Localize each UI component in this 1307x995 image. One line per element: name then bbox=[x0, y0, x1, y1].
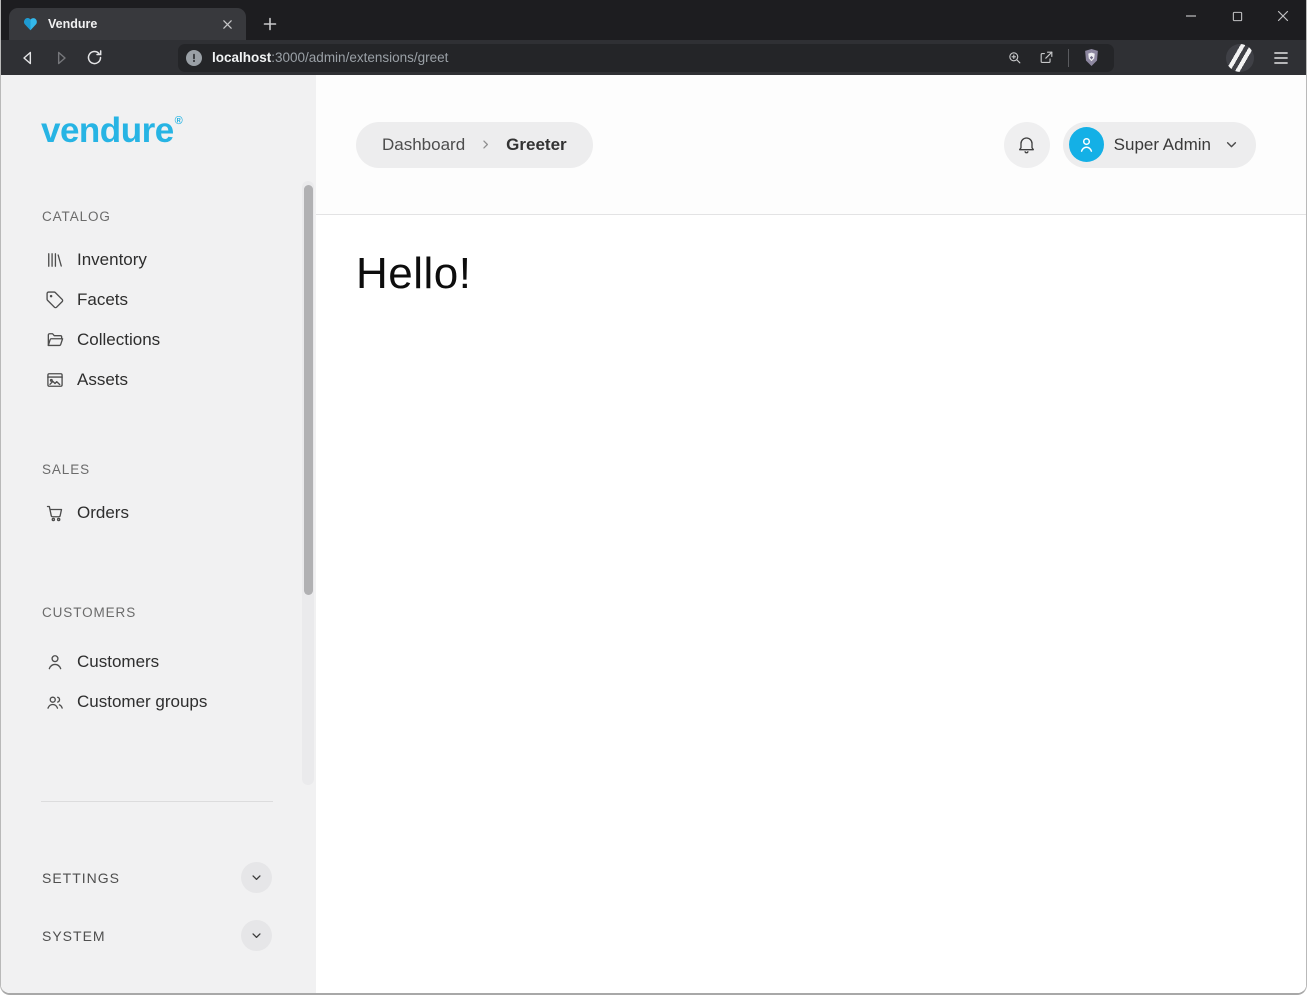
minimize-button[interactable] bbox=[1168, 0, 1214, 32]
tab-title: Vendure bbox=[48, 17, 218, 31]
browser-menu-icon[interactable] bbox=[1266, 44, 1296, 72]
folder-icon bbox=[45, 330, 65, 350]
sidebar-item-orders[interactable]: Orders bbox=[1, 493, 316, 533]
sidebar-scrollbar-track[interactable] bbox=[302, 181, 314, 785]
tag-icon bbox=[45, 290, 65, 310]
sidebar-divider bbox=[41, 801, 273, 802]
vendure-favicon bbox=[22, 16, 39, 33]
new-tab-button[interactable] bbox=[256, 10, 284, 38]
toolbar-right-cluster bbox=[1226, 44, 1296, 72]
page-content: Hello! bbox=[316, 215, 1306, 995]
brave-shield-icon[interactable] bbox=[1078, 46, 1104, 70]
window-controls bbox=[1168, 0, 1306, 32]
sidebar-item-customers[interactable]: Customers bbox=[1, 642, 316, 682]
site-info-icon[interactable] bbox=[186, 50, 202, 66]
section-label-catalog: CATALOG bbox=[42, 209, 316, 224]
user-avatar bbox=[1069, 127, 1104, 162]
urlbar-divider bbox=[1068, 49, 1069, 67]
tab-close-icon[interactable] bbox=[218, 15, 236, 33]
section-label-customers: CUSTOMERS bbox=[42, 605, 316, 620]
forward-icon[interactable] bbox=[46, 44, 76, 72]
chevron-down-icon[interactable] bbox=[241, 862, 272, 893]
page-header: Dashboard Greeter Super Admin bbox=[316, 75, 1306, 215]
sidebar-item-inventory[interactable]: Inventory bbox=[1, 240, 316, 280]
section-label-sales: SALES bbox=[42, 462, 316, 477]
browser-toolbar: localhost:3000/admin/extensions/greet bbox=[1, 40, 1306, 75]
url-path: :3000/admin/extensions/greet bbox=[271, 50, 448, 65]
maximize-button[interactable] bbox=[1214, 0, 1260, 32]
sidebar-item-label: Facets bbox=[77, 290, 128, 310]
sidebar-item-label: Inventory bbox=[77, 250, 147, 270]
sidebar-section-settings[interactable]: SETTINGS bbox=[42, 862, 272, 893]
user-name: Super Admin bbox=[1114, 135, 1211, 155]
sidebar-item-customer-groups[interactable]: Customer groups bbox=[1, 682, 316, 722]
sidebar: vendure® CATALOG Inventory Facets bbox=[1, 75, 316, 995]
breadcrumb: Dashboard Greeter bbox=[356, 122, 593, 168]
greeting-heading: Hello! bbox=[356, 249, 1306, 299]
settings-label: SETTINGS bbox=[42, 870, 120, 886]
registered-mark: ® bbox=[175, 115, 183, 127]
browser-titlebar: Vendure bbox=[1, 0, 1306, 40]
sidebar-section-system[interactable]: SYSTEM bbox=[42, 920, 272, 951]
share-icon[interactable] bbox=[1033, 46, 1059, 70]
url-host: localhost bbox=[212, 50, 271, 65]
browser-window: Vendure bbox=[0, 0, 1307, 995]
back-icon[interactable] bbox=[13, 44, 43, 72]
breadcrumb-current: Greeter bbox=[506, 135, 566, 155]
sidebar-item-label: Collections bbox=[77, 330, 160, 350]
chevron-down-icon[interactable] bbox=[241, 920, 272, 951]
sidebar-item-label: Customers bbox=[77, 652, 159, 672]
system-label: SYSTEM bbox=[42, 928, 106, 944]
chevron-down-icon bbox=[1223, 136, 1240, 153]
urlbar-actions bbox=[1001, 46, 1104, 70]
address-bar[interactable]: localhost:3000/admin/extensions/greet bbox=[178, 44, 1114, 72]
library-icon bbox=[45, 250, 65, 270]
sidebar-item-assets[interactable]: Assets bbox=[1, 360, 316, 400]
close-button[interactable] bbox=[1260, 0, 1306, 32]
breadcrumb-dashboard-link[interactable]: Dashboard bbox=[382, 135, 465, 155]
vendure-admin-app: vendure® CATALOG Inventory Facets bbox=[1, 75, 1306, 995]
users-icon bbox=[45, 692, 65, 712]
user-icon bbox=[45, 652, 65, 672]
sidebar-item-label: Orders bbox=[77, 503, 129, 523]
cart-icon bbox=[45, 503, 65, 523]
image-icon bbox=[45, 370, 65, 390]
sidebar-item-facets[interactable]: Facets bbox=[1, 280, 316, 320]
vendure-logo[interactable]: vendure® bbox=[41, 111, 316, 151]
vendure-logo-text: vendure bbox=[41, 111, 174, 150]
reload-icon[interactable] bbox=[79, 44, 109, 72]
header-actions: Super Admin bbox=[1004, 122, 1256, 168]
chevron-right-icon bbox=[478, 137, 493, 152]
sidebar-item-collections[interactable]: Collections bbox=[1, 320, 316, 360]
browser-tab-vendure[interactable]: Vendure bbox=[9, 8, 246, 40]
zoom-icon[interactable] bbox=[1001, 46, 1027, 70]
user-menu[interactable]: Super Admin bbox=[1063, 122, 1256, 168]
notifications-bell-icon[interactable] bbox=[1004, 122, 1050, 168]
url-text: localhost:3000/admin/extensions/greet bbox=[212, 50, 1001, 65]
browser-profile-avatar[interactable] bbox=[1226, 44, 1254, 72]
main-area: Dashboard Greeter Super Admin bbox=[316, 75, 1306, 995]
sidebar-item-label: Assets bbox=[77, 370, 128, 390]
sidebar-item-label: Customer groups bbox=[77, 692, 207, 712]
sidebar-scrollbar-thumb[interactable] bbox=[304, 185, 313, 595]
